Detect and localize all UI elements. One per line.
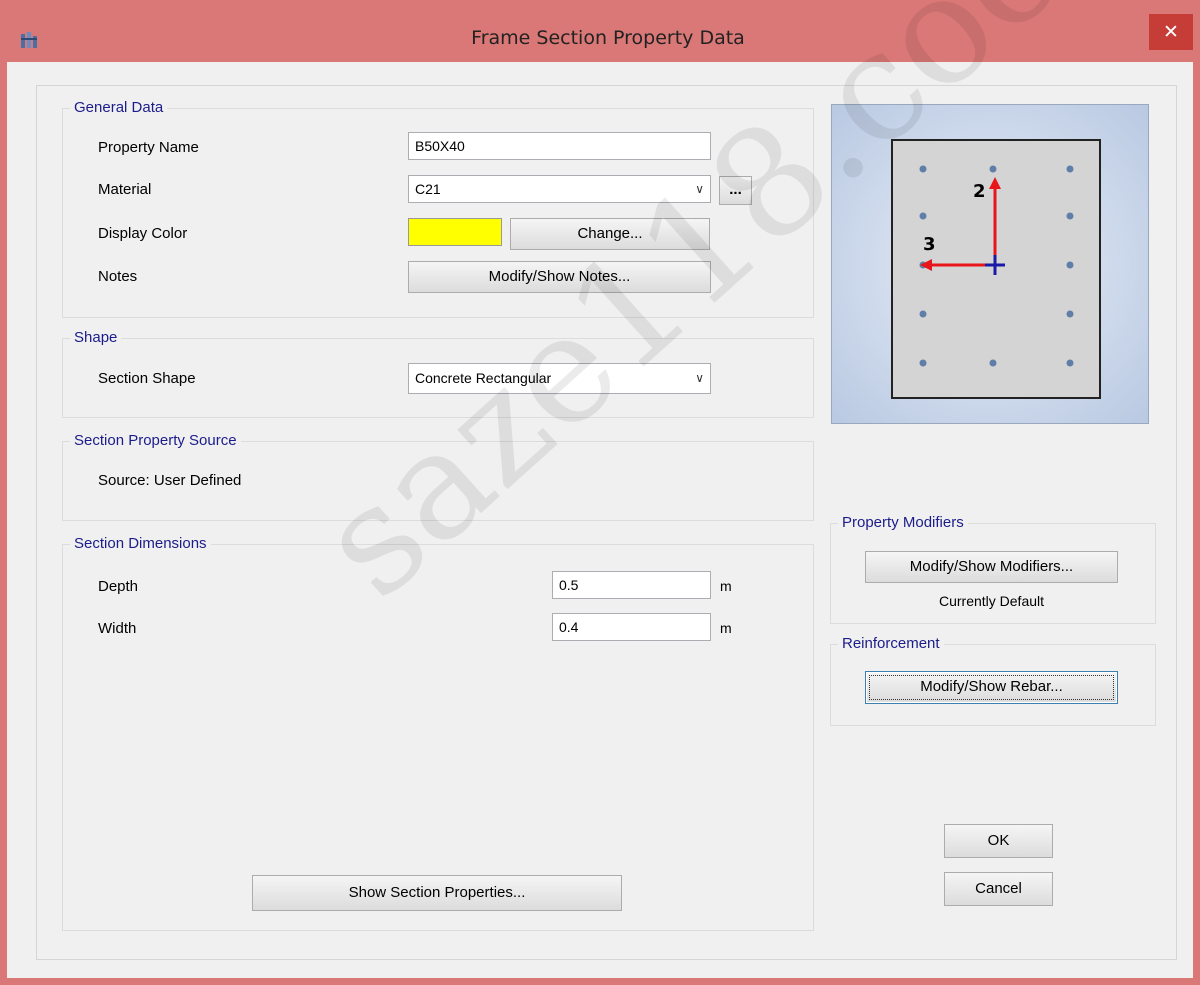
dialog-window: Frame Section Property Data ✕ General Da… [0,0,1200,985]
section-shape-label: Section Shape [98,370,196,387]
close-icon: ✕ [1163,21,1179,43]
section-preview: 2 3 [831,104,1149,424]
title-bar[interactable]: Frame Section Property Data ✕ [0,0,1200,62]
section-shape-value: Concrete Rectangular [415,370,552,386]
cancel-button[interactable]: Cancel [944,872,1053,906]
modify-rebar-button[interactable]: Modify/Show Rebar... [865,671,1118,704]
general-data-title: General Data [70,98,168,118]
chevron-down-icon: ∨ [695,371,704,385]
reinforcement-title: Reinforcement [838,634,944,654]
material-label: Material [98,181,152,198]
section-dimensions-title: Section Dimensions [70,534,211,554]
modify-modifiers-button[interactable]: Modify/Show Modifiers... [865,551,1118,583]
material-browse-button[interactable]: ... [719,176,752,205]
dialog-client-area: General Data Property Name B50X40 Materi… [7,0,1198,978]
modifiers-status: Currently Default [938,593,1045,609]
show-section-properties-button[interactable]: Show Section Properties... [252,875,622,911]
property-modifiers-title: Property Modifiers [838,513,968,533]
source-text: Source: User Defined [98,472,242,489]
axis-2-label: 2 [973,181,986,202]
depth-label: Depth [98,578,139,595]
property-name-input[interactable]: B50X40 [408,132,711,160]
modify-notes-button[interactable]: Modify/Show Notes... [408,261,711,293]
depth-input[interactable]: 0.5 [552,571,711,599]
window-title: Frame Section Property Data [471,27,745,49]
display-color-label: Display Color [98,225,188,242]
axis-3-label: 3 [923,234,936,255]
property-source-title: Section Property Source [70,431,241,451]
notes-label: Notes [98,268,138,285]
material-select[interactable]: C21 ∨ [408,175,711,203]
display-color-swatch[interactable] [408,218,502,246]
depth-unit: m [720,578,732,594]
width-input[interactable]: 0.4 [552,613,711,641]
change-color-button[interactable]: Change... [510,218,710,250]
section-shape-select[interactable]: Concrete Rectangular ∨ [408,363,711,394]
close-button[interactable]: ✕ [1149,14,1193,50]
width-unit: m [720,620,732,636]
property-name-label: Property Name [98,139,199,156]
section-dimensions-group: Section Dimensions [62,534,814,931]
width-label: Width [98,620,137,637]
ok-button[interactable]: OK [944,824,1053,858]
material-select-value: C21 [415,181,441,197]
shape-title: Shape [70,328,122,348]
focus-ring [869,675,1114,700]
chevron-down-icon: ∨ [695,182,704,196]
section-preview-drawing: 2 3 [891,139,1101,399]
